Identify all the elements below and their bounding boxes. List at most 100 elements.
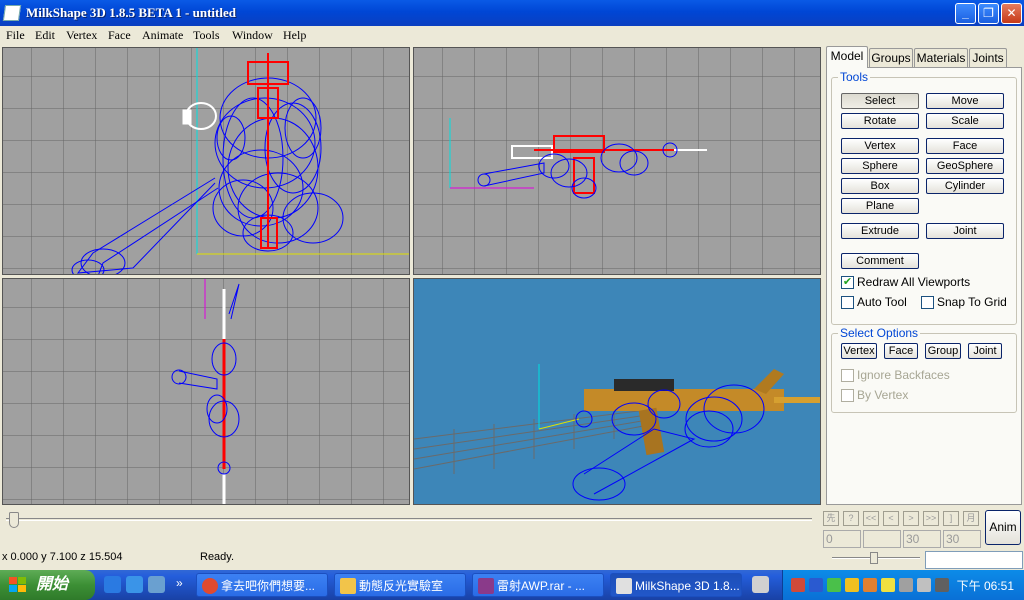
tools-group-title: Tools [838, 70, 871, 84]
phone-icon[interactable] [148, 576, 165, 593]
close-button[interactable]: ✕ [1001, 3, 1022, 24]
tray-icon-7[interactable] [899, 578, 913, 592]
clock: 下午 06:51 [956, 579, 1014, 593]
viewport-3d[interactable] [413, 278, 821, 505]
face-tool-button[interactable]: Face [926, 138, 1004, 154]
snap-to-grid-label: Snap To Grid [937, 295, 1007, 309]
menu-bar: File Edit Vertex Face Animate Tools Wind… [0, 26, 1024, 46]
tool-panel: Model Groups Materials Joints Tools Sele… [824, 46, 1024, 506]
menu-tools[interactable]: Tools [193, 28, 220, 43]
joint-tool-button[interactable]: Joint [926, 223, 1004, 239]
check-icon: ✔ [841, 276, 854, 289]
help-frame-button[interactable]: ? [843, 511, 859, 526]
frame-start-field[interactable]: 30 [903, 530, 941, 548]
speed-field[interactable] [925, 551, 1023, 569]
menu-window[interactable]: Window [232, 28, 273, 43]
menu-vertex[interactable]: Vertex [66, 28, 97, 43]
start-button[interactable]: 開始 [0, 570, 95, 600]
total-frames-field[interactable]: 30 [943, 530, 981, 548]
sphere-button[interactable]: Sphere [841, 158, 919, 174]
task-chrome[interactable]: 拿去吧你們想要... [196, 573, 328, 597]
auto-tool-label: Auto Tool [857, 295, 907, 309]
move-button[interactable]: Move [926, 93, 1004, 109]
select-joint-button[interactable]: Joint [968, 343, 1002, 359]
plane-button[interactable]: Plane [841, 198, 919, 214]
viewport-front-canvas [3, 48, 409, 274]
archive-icon [478, 578, 494, 594]
tab-materials[interactable]: Materials [914, 48, 968, 68]
tray-icon-5[interactable] [863, 578, 877, 592]
menu-face[interactable]: Face [108, 28, 131, 43]
tab-groups[interactable]: Groups [869, 48, 913, 68]
status-message: Ready. [200, 551, 235, 563]
ignore-backfaces-label: Ignore Backfaces [857, 368, 950, 382]
chevron-more-icon[interactable]: » [176, 576, 183, 590]
task-winrar[interactable]: 雷射AWP.rar - ... [472, 573, 604, 597]
speed-slider-thumb[interactable] [870, 552, 878, 564]
viewport-3d-canvas [414, 279, 820, 504]
ie-icon[interactable] [104, 576, 121, 593]
viewport-top[interactable] [413, 47, 821, 275]
scale-button[interactable]: Scale [926, 113, 1004, 129]
frame-field-2[interactable] [863, 530, 901, 548]
timeline-track[interactable] [6, 518, 812, 521]
tab-joints[interactable]: Joints [969, 48, 1007, 68]
extrude-button[interactable]: Extrude [841, 223, 919, 239]
by-vertex-label: By Vertex [857, 388, 909, 402]
cylinder-button[interactable]: Cylinder [926, 178, 1004, 194]
select-vertex-button[interactable]: Vertex [841, 343, 877, 359]
title-bar: MilkShape 3D 1.8.5 BETA 1 - untitled _ ❐… [0, 0, 1024, 26]
vertex-tool-button[interactable]: Vertex [841, 138, 919, 154]
taskbar: 開始 » 拿去吧你們想要... 動態反光實驗室 雷射AWP.rar - ... … [0, 570, 1024, 600]
fast-forward-button[interactable]: >> [923, 511, 939, 526]
last-frame-button[interactable]: ] [943, 511, 959, 526]
shield-icon[interactable] [845, 578, 859, 592]
tray-icon-2[interactable] [809, 578, 823, 592]
tab-model[interactable]: Model [826, 46, 868, 68]
redraw-all-label: Redraw All Viewports [857, 275, 971, 289]
timeline-slider-thumb[interactable] [9, 512, 19, 528]
task-folder[interactable]: 動態反光實驗室 [334, 573, 466, 597]
menu-file[interactable]: File [6, 28, 25, 43]
model-tab-page: Tools Select Move Rotate Scale Vertex Fa… [826, 67, 1022, 505]
tray-icon-9[interactable] [935, 578, 949, 592]
select-face-button[interactable]: Face [884, 343, 918, 359]
milkshape-icon [616, 578, 632, 594]
select-options-title: Select Options [838, 326, 921, 340]
tray-icon-3[interactable] [827, 578, 841, 592]
rewind-button[interactable]: << [863, 511, 879, 526]
play-button[interactable]: 月 [963, 511, 979, 526]
comment-button[interactable]: Comment [841, 253, 919, 269]
chrome-icon [202, 578, 218, 594]
viewport-front[interactable] [2, 47, 410, 275]
system-tray: 下午 06:51 [782, 570, 1024, 600]
animation-timeline [0, 506, 824, 530]
status-coordinates: x 0.000 y 7.100 z 15.504 [2, 551, 123, 563]
keyboard-icon[interactable] [752, 576, 769, 593]
task-milkshape[interactable]: MilkShape 3D 1.8... [610, 573, 742, 597]
viewport-side-canvas [3, 279, 409, 504]
menu-help[interactable]: Help [283, 28, 306, 43]
folder-icon [340, 578, 356, 594]
select-group-button[interactable]: Group [925, 343, 961, 359]
maximize-button[interactable]: ❐ [978, 3, 999, 24]
rotate-button[interactable]: Rotate [841, 113, 919, 129]
volume-icon[interactable] [917, 578, 931, 592]
box-button[interactable]: Box [841, 178, 919, 194]
warning-icon[interactable] [881, 578, 895, 592]
anim-button[interactable]: Anim [985, 510, 1021, 545]
minimize-button[interactable]: _ [955, 3, 976, 24]
geosphere-button[interactable]: GeoSphere [926, 158, 1004, 174]
current-frame-field[interactable]: 0 [823, 530, 861, 548]
next-frame-button[interactable]: > [903, 511, 919, 526]
viewport-side[interactable] [2, 278, 410, 505]
menu-edit[interactable]: Edit [35, 28, 55, 43]
windows-logo-icon [9, 577, 26, 592]
start-label: 開始 [36, 576, 69, 593]
select-button[interactable]: Select [841, 93, 919, 109]
prev-frame-button[interactable]: < [883, 511, 899, 526]
media-icon[interactable] [126, 576, 143, 593]
first-frame-button[interactable]: 先 [823, 511, 839, 526]
menu-animate[interactable]: Animate [142, 28, 183, 43]
tray-icon-1[interactable] [791, 578, 805, 592]
